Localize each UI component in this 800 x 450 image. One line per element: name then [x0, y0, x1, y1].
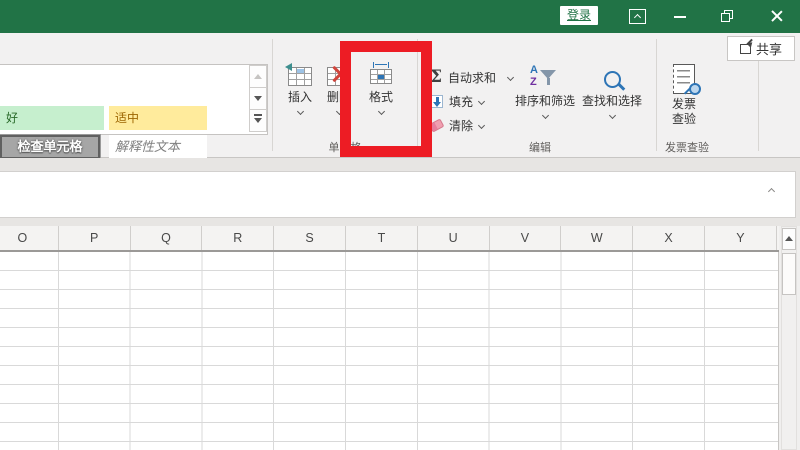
gallery-scroll-down-button[interactable]	[249, 87, 267, 110]
column-header-O[interactable]: O	[0, 226, 59, 250]
column-header-T[interactable]: T	[346, 226, 418, 250]
chevron-down-icon	[478, 121, 485, 128]
column-header-Y[interactable]: Y	[705, 226, 777, 250]
gallery-scroll-up-button[interactable]	[249, 65, 267, 88]
group-separator	[656, 39, 657, 151]
restore-button[interactable]	[718, 8, 736, 24]
chevron-down-icon	[296, 107, 303, 114]
clear-button[interactable]: 清除	[430, 114, 484, 136]
chevron-down-icon	[377, 107, 384, 114]
formula-bar-zone	[0, 158, 800, 226]
gallery-more-button[interactable]	[249, 109, 267, 132]
column-header-U[interactable]: U	[418, 226, 490, 250]
format-button[interactable]: 格式	[361, 62, 401, 128]
chevron-down-icon	[608, 111, 615, 118]
scrollbar-thumb[interactable]	[782, 253, 796, 295]
format-cells-icon	[370, 69, 392, 84]
column-header-X[interactable]: X	[633, 226, 705, 250]
fill-button[interactable]: 填充	[430, 90, 484, 112]
spreadsheet-grid[interactable]	[0, 252, 779, 450]
sign-in-button[interactable]: 登录	[560, 6, 598, 25]
delete-cells-icon	[327, 67, 351, 86]
sort-filter-icon: AZ	[530, 66, 560, 92]
title-bar: 登录	[0, 0, 800, 33]
column-header-W[interactable]: W	[561, 226, 633, 250]
close-button[interactable]	[768, 7, 786, 25]
ribbon: 好 适中 检查单元格 解释性文本 插入 删除 格式 单元格 Σ 自动求和 填充	[0, 33, 800, 158]
triangle-down-icon	[254, 118, 262, 123]
share-icon	[740, 44, 751, 54]
fill-down-icon	[430, 95, 443, 108]
find-select-button[interactable]: 查找和选择	[573, 64, 651, 130]
invoice-group-label: 发票查验	[657, 139, 717, 155]
editing-group-label: 编辑	[515, 139, 565, 155]
column-headers: OPQRSTUVWXY	[0, 226, 779, 252]
autosum-button[interactable]: Σ 自动求和	[430, 66, 513, 88]
collapse-formula-bar-button[interactable]	[763, 184, 779, 198]
chevron-up-icon	[633, 13, 640, 20]
group-separator	[272, 39, 273, 151]
magnifier-icon	[689, 83, 701, 95]
minimize-icon	[674, 16, 686, 18]
style-cell-explanatory[interactable]: 解释性文本	[109, 135, 207, 159]
formula-bar-input[interactable]	[0, 171, 796, 218]
sigma-icon: Σ	[430, 68, 442, 86]
triangle-up-icon	[254, 74, 262, 79]
column-header-P[interactable]: P	[59, 226, 131, 250]
triangle-up-icon	[785, 236, 793, 241]
vertical-scrollbar[interactable]	[781, 226, 797, 450]
triangle-down-icon	[254, 96, 262, 101]
invoice-document-icon	[673, 64, 695, 94]
minimize-button[interactable]	[671, 8, 689, 24]
gallery-scroll-controls	[249, 65, 267, 134]
chevron-down-icon	[335, 107, 342, 114]
column-header-V[interactable]: V	[490, 226, 562, 250]
ribbon-display-options-button[interactable]	[629, 9, 646, 24]
group-separator	[417, 39, 418, 151]
style-cell-check[interactable]: 检查单元格	[0, 135, 100, 159]
cells-group-label: 单元格	[320, 139, 370, 155]
column-header-S[interactable]: S	[274, 226, 346, 250]
column-header-R[interactable]: R	[202, 226, 274, 250]
share-button[interactable]: 共享	[727, 36, 795, 61]
invoice-check-button[interactable]: 发票 查验	[660, 61, 708, 127]
cell-styles-gallery: 好 适中 检查单元格 解释性文本	[0, 64, 268, 135]
magnifier-icon	[604, 71, 621, 88]
insert-button[interactable]: 插入	[280, 62, 320, 128]
column-header-Q[interactable]: Q	[131, 226, 203, 250]
style-cell-good[interactable]: 好	[0, 106, 104, 130]
eraser-icon	[429, 118, 445, 132]
chevron-down-icon	[478, 97, 485, 104]
chevron-down-icon	[541, 111, 548, 118]
delete-button[interactable]: 删除	[319, 62, 359, 128]
scroll-up-button[interactable]	[782, 228, 796, 250]
insert-cells-icon	[288, 67, 312, 86]
style-cell-neutral[interactable]: 适中	[109, 106, 207, 130]
chevron-up-icon	[767, 187, 774, 194]
